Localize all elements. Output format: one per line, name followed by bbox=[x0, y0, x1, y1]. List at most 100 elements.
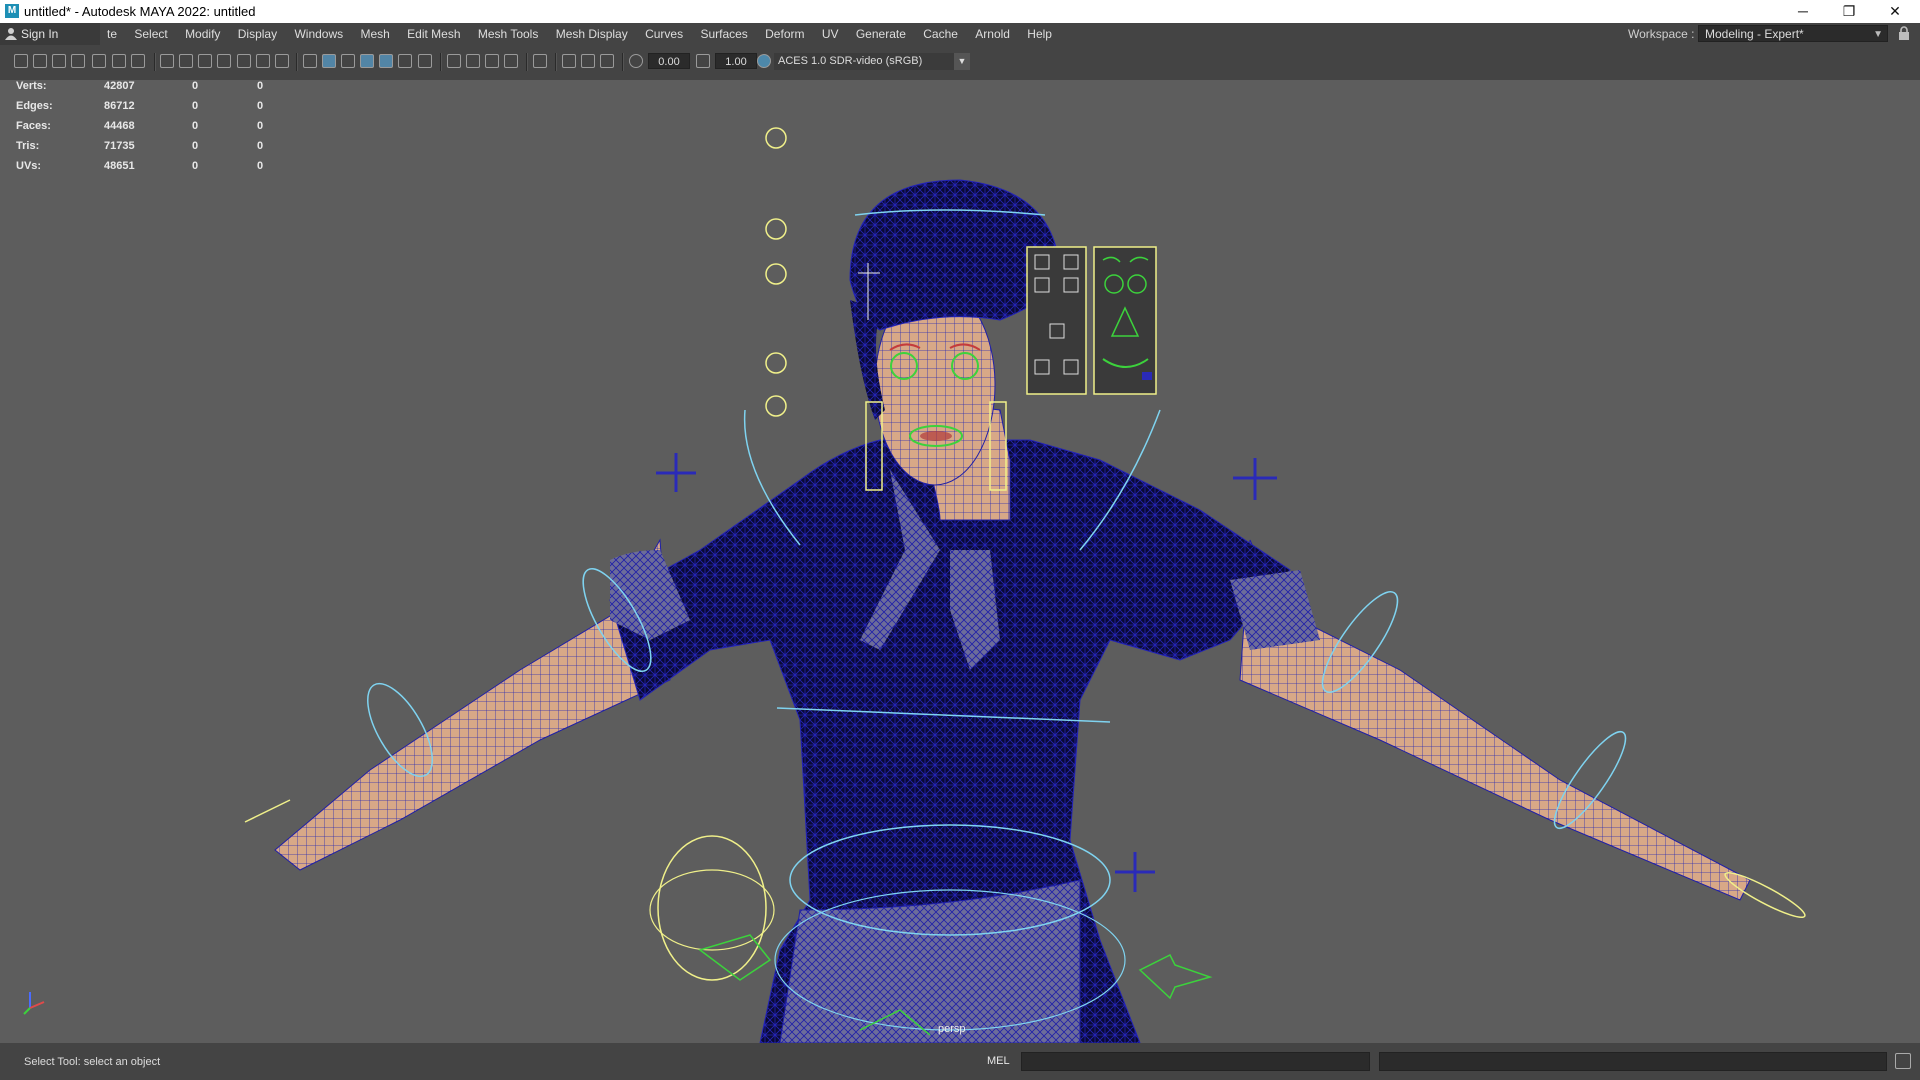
sign-in-button[interactable]: Sign In bbox=[0, 23, 100, 45]
hud-label: Edges: bbox=[16, 100, 53, 112]
menu-item-generate[interactable]: Generate bbox=[849, 23, 913, 45]
hud-label: Tris: bbox=[16, 140, 40, 152]
close-button[interactable]: ✕ bbox=[1872, 0, 1918, 23]
gate-mask-icon[interactable] bbox=[217, 54, 231, 68]
camera-attributes-icon[interactable] bbox=[52, 54, 66, 68]
window-title: untitled* - Autodesk MAYA 2022: untitled bbox=[24, 4, 256, 19]
bookmark-icon[interactable] bbox=[71, 54, 85, 68]
view-transform-dropdown[interactable]: ACES 1.0 SDR-video (sRGB) ▼ bbox=[774, 53, 970, 70]
view-transform-value: ACES 1.0 SDR-video (sRGB) bbox=[778, 55, 923, 67]
hud-value: 0 bbox=[192, 80, 199, 92]
menu-item-help[interactable]: Help bbox=[1020, 23, 1059, 45]
menu-item-modify[interactable]: Modify bbox=[178, 23, 227, 45]
hud-label: Faces: bbox=[16, 120, 51, 132]
menu-item-mesh-tools[interactable]: Mesh Tools bbox=[471, 23, 545, 45]
facial-control-board[interactable] bbox=[1026, 246, 1157, 395]
hud-value: 44468 bbox=[104, 120, 135, 132]
command-result-field bbox=[1379, 1052, 1887, 1071]
hud-value: 42807 bbox=[104, 80, 135, 92]
hud-label: Verts: bbox=[16, 80, 47, 92]
screen-space-ao-icon[interactable] bbox=[447, 54, 461, 68]
script-editor-icon[interactable] bbox=[1895, 1053, 1911, 1069]
motion-blur-icon[interactable] bbox=[466, 54, 480, 68]
right-arm-mesh[interactable] bbox=[1239, 539, 1751, 901]
workspace-value: Modeling - Expert* bbox=[1705, 27, 1804, 41]
scene-canvas[interactable] bbox=[0, 80, 1920, 1043]
perspective-viewport[interactable]: Verts: 42807 0 0 Edges: 86712 0 0 Faces:… bbox=[0, 80, 1920, 1043]
xray-joints-icon[interactable] bbox=[600, 54, 614, 68]
menu-item-cache[interactable]: Cache bbox=[916, 23, 965, 45]
menu-item-deform[interactable]: Deform bbox=[758, 23, 811, 45]
grease-pencil-icon[interactable] bbox=[131, 54, 145, 68]
menu-item-mesh-display[interactable]: Mesh Display bbox=[549, 23, 635, 45]
wireframe-on-shaded-icon[interactable] bbox=[360, 54, 374, 68]
help-line: Select Tool: select an object bbox=[24, 1056, 161, 1068]
gamma-icon[interactable] bbox=[696, 54, 710, 68]
menu-item-select[interactable]: Select bbox=[127, 23, 174, 45]
lock-camera-icon[interactable] bbox=[33, 54, 47, 68]
user-icon bbox=[5, 28, 17, 40]
field-chart-icon[interactable] bbox=[237, 54, 251, 68]
hud-row-verts: Verts: 42807 0 0 bbox=[16, 80, 296, 100]
depth-of-field-icon[interactable] bbox=[504, 54, 518, 68]
2d-pan-zoom-icon[interactable] bbox=[112, 54, 126, 68]
viewport-toolbar: 0.00 1.00 ACES 1.0 SDR-video (sRGB) ▼ bbox=[0, 45, 1920, 80]
select-camera-icon[interactable] bbox=[14, 54, 28, 68]
menu-item-curves[interactable]: Curves bbox=[638, 23, 690, 45]
lock-icon[interactable] bbox=[1898, 26, 1910, 41]
chevron-down-icon: ▼ bbox=[1873, 29, 1883, 40]
hud-row-faces: Faces: 44468 0 0 bbox=[16, 120, 296, 140]
gamma-field[interactable]: 1.00 bbox=[715, 53, 757, 69]
smooth-shade-icon[interactable] bbox=[322, 54, 336, 68]
color-management-icon[interactable] bbox=[757, 54, 771, 68]
default-material-icon[interactable] bbox=[341, 54, 355, 68]
hud-row-tris: Tris: 71735 0 0 bbox=[16, 140, 296, 160]
hud-value: 48651 bbox=[104, 160, 135, 172]
menu-item-surfaces[interactable]: Surfaces bbox=[693, 23, 754, 45]
chevron-down-icon: ▼ bbox=[954, 53, 970, 70]
menu-item-arnold[interactable]: Arnold bbox=[968, 23, 1017, 45]
sign-in-label: Sign In bbox=[21, 27, 59, 41]
safe-action-icon[interactable] bbox=[256, 54, 270, 68]
hud-label: UVs: bbox=[16, 160, 42, 172]
menu-item-uv[interactable]: UV bbox=[815, 23, 846, 45]
exposure-icon[interactable] bbox=[629, 54, 643, 68]
bottom-bar: Select Tool: select an object MEL bbox=[0, 1043, 1920, 1080]
workspace-label: Workspace : bbox=[1628, 27, 1695, 41]
resolution-gate-icon[interactable] bbox=[198, 54, 212, 68]
command-line-input[interactable] bbox=[1021, 1052, 1370, 1071]
menu-item-mesh[interactable]: Mesh bbox=[353, 23, 396, 45]
workspace-dropdown[interactable]: Modeling - Expert* ▼ bbox=[1698, 25, 1888, 42]
hud-row-edges: Edges: 86712 0 0 bbox=[16, 100, 296, 120]
exposure-field[interactable]: 0.00 bbox=[648, 53, 690, 69]
minimize-button[interactable]: ─ bbox=[1780, 0, 1826, 23]
xray-active-icon[interactable] bbox=[581, 54, 595, 68]
restore-button[interactable]: ❐ bbox=[1826, 0, 1872, 23]
menu-item-te[interactable]: te bbox=[100, 23, 124, 45]
film-gate-icon[interactable] bbox=[179, 54, 193, 68]
image-plane-icon[interactable] bbox=[92, 54, 106, 68]
wireframe-icon[interactable] bbox=[303, 54, 317, 68]
use-all-lights-icon[interactable] bbox=[398, 54, 412, 68]
camera-name-label: persp bbox=[938, 1023, 966, 1035]
menu-item-windows[interactable]: Windows bbox=[287, 23, 350, 45]
hud-value: 0 bbox=[192, 100, 199, 112]
isolate-select-icon[interactable] bbox=[533, 54, 547, 68]
anti-aliasing-icon[interactable] bbox=[485, 54, 499, 68]
axis-gizmo-icon bbox=[23, 992, 45, 1015]
hud-value: 0 bbox=[192, 160, 199, 172]
hud-value: 0 bbox=[257, 80, 264, 92]
hud-value: 0 bbox=[257, 160, 264, 172]
poly-count-hud: Verts: 42807 0 0 Edges: 86712 0 0 Faces:… bbox=[16, 80, 296, 180]
safe-title-icon[interactable] bbox=[275, 54, 289, 68]
hud-value: 0 bbox=[257, 140, 264, 152]
menu-item-edit-mesh[interactable]: Edit Mesh bbox=[400, 23, 467, 45]
grid-icon[interactable] bbox=[160, 54, 174, 68]
shadows-icon[interactable] bbox=[418, 54, 432, 68]
textured-icon[interactable] bbox=[379, 54, 393, 68]
menu-item-display[interactable]: Display bbox=[231, 23, 284, 45]
xray-icon[interactable] bbox=[562, 54, 576, 68]
script-language-toggle[interactable]: MEL bbox=[987, 1055, 1010, 1067]
hud-value: 0 bbox=[192, 140, 199, 152]
hud-value: 0 bbox=[257, 120, 264, 132]
